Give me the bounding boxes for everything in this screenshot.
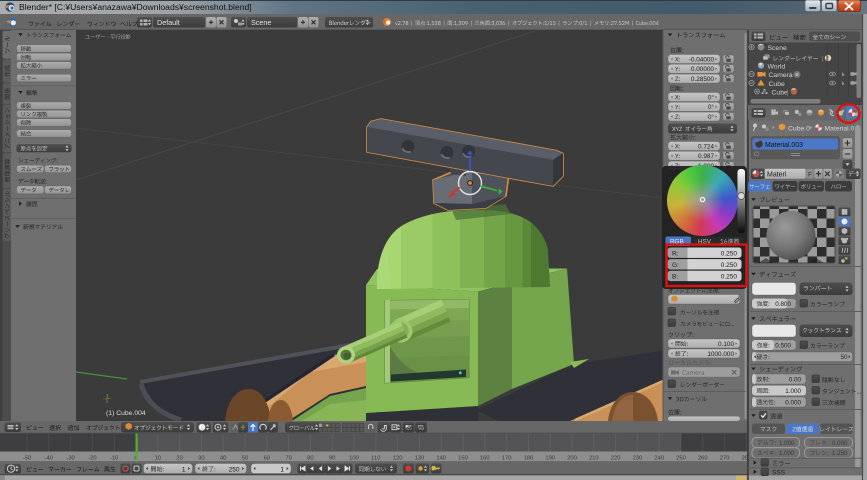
svg-text:Material.0: Material.0	[825, 125, 855, 132]
svg-text:0.800: 0.800	[775, 301, 791, 308]
svg-text:40: 40	[220, 455, 226, 461]
svg-text:190: 190	[545, 455, 555, 461]
svg-text:Material.003: Material.003	[765, 142, 803, 149]
svg-text:Cube: Cube	[772, 90, 788, 97]
svg-text:SSS: SSS	[772, 470, 786, 477]
svg-text:B:: B:	[672, 274, 678, 281]
svg-text:100: 100	[349, 455, 359, 461]
svg-text:0°: 0°	[708, 103, 715, 111]
svg-text:230: 230	[633, 455, 643, 461]
svg-text:World: World	[768, 64, 786, 71]
svg-text:G:: G:	[672, 262, 679, 269]
svg-text:1000.000: 1000.000	[707, 351, 734, 358]
svg-text:270: 270	[720, 455, 730, 461]
svg-text:Default: Default	[157, 18, 180, 27]
svg-text:Scene: Scene	[768, 45, 787, 52]
svg-text:140: 140	[436, 455, 446, 461]
svg-text:130: 130	[415, 455, 425, 461]
svg-text:160: 160	[480, 455, 490, 461]
svg-text:250: 250	[676, 455, 686, 461]
svg-text:1.250: 1.250	[832, 450, 848, 457]
svg-text:1.000: 1.000	[779, 440, 795, 447]
svg-text:0.28500: 0.28500	[691, 76, 715, 83]
svg-text:0°: 0°	[708, 113, 715, 121]
svg-text:0.250: 0.250	[721, 274, 738, 281]
svg-text:0.000: 0.000	[785, 399, 801, 406]
svg-text:250: 250	[229, 466, 240, 473]
svg-text:0.500: 0.500	[775, 342, 791, 349]
svg-text:0.00000: 0.00000	[691, 66, 715, 73]
svg-text:Cube.0: Cube.0	[788, 125, 810, 132]
svg-text:-30: -30	[66, 455, 74, 461]
svg-text:50: 50	[242, 455, 248, 461]
svg-text:210: 210	[589, 455, 599, 461]
svg-text:Scene: Scene	[251, 18, 271, 27]
svg-text:30: 30	[198, 455, 204, 461]
svg-text:200: 200	[567, 455, 577, 461]
svg-text:0.00: 0.00	[789, 376, 802, 383]
svg-text:-20: -20	[88, 455, 96, 461]
svg-text:-10: -10	[110, 455, 118, 461]
svg-text:Blender* [C:¥Users¥anazawa¥Dow: Blender* [C:¥Users¥anazawa¥Downloads¥scr…	[19, 2, 252, 12]
svg-text:0.724: 0.724	[698, 143, 714, 150]
svg-text:0°: 0°	[708, 93, 715, 101]
svg-text:(1) Cube.004: (1) Cube.004	[106, 410, 146, 417]
svg-text:260: 260	[698, 455, 708, 461]
svg-text:110: 110	[371, 455, 380, 461]
svg-text:1: 1	[280, 466, 284, 473]
svg-text:0.250: 0.250	[721, 262, 738, 269]
svg-text:150: 150	[458, 455, 468, 461]
svg-text:F: F	[808, 171, 812, 178]
svg-text:0.100: 0.100	[718, 341, 734, 348]
svg-text:240: 240	[654, 455, 664, 461]
svg-text:50: 50	[840, 354, 848, 361]
svg-text:Materi: Materi	[767, 171, 787, 178]
svg-text:0.250: 0.250	[721, 250, 738, 257]
svg-text:-0.04000: -0.04000	[689, 56, 715, 63]
svg-text:220: 220	[611, 455, 621, 461]
svg-text:120: 120	[393, 455, 403, 461]
svg-text:20: 20	[176, 455, 182, 461]
svg-text:-50: -50	[23, 455, 31, 461]
svg-text:-40: -40	[45, 455, 53, 461]
svg-text:R:: R:	[672, 250, 679, 257]
svg-text:0.987: 0.987	[698, 153, 714, 160]
svg-text:1: 1	[182, 466, 186, 473]
svg-text:1.000: 1.000	[779, 450, 795, 457]
svg-text:Cube: Cube	[769, 81, 785, 88]
svg-text:0.000: 0.000	[832, 440, 848, 447]
svg-text:70: 70	[285, 455, 291, 461]
svg-text:90: 90	[329, 455, 335, 461]
svg-text:180: 180	[524, 455, 534, 461]
svg-text:10: 10	[155, 455, 161, 461]
svg-text:170: 170	[502, 455, 512, 461]
svg-text:80: 80	[307, 455, 313, 461]
svg-text:1.000: 1.000	[785, 388, 801, 395]
svg-text:60: 60	[264, 455, 270, 461]
